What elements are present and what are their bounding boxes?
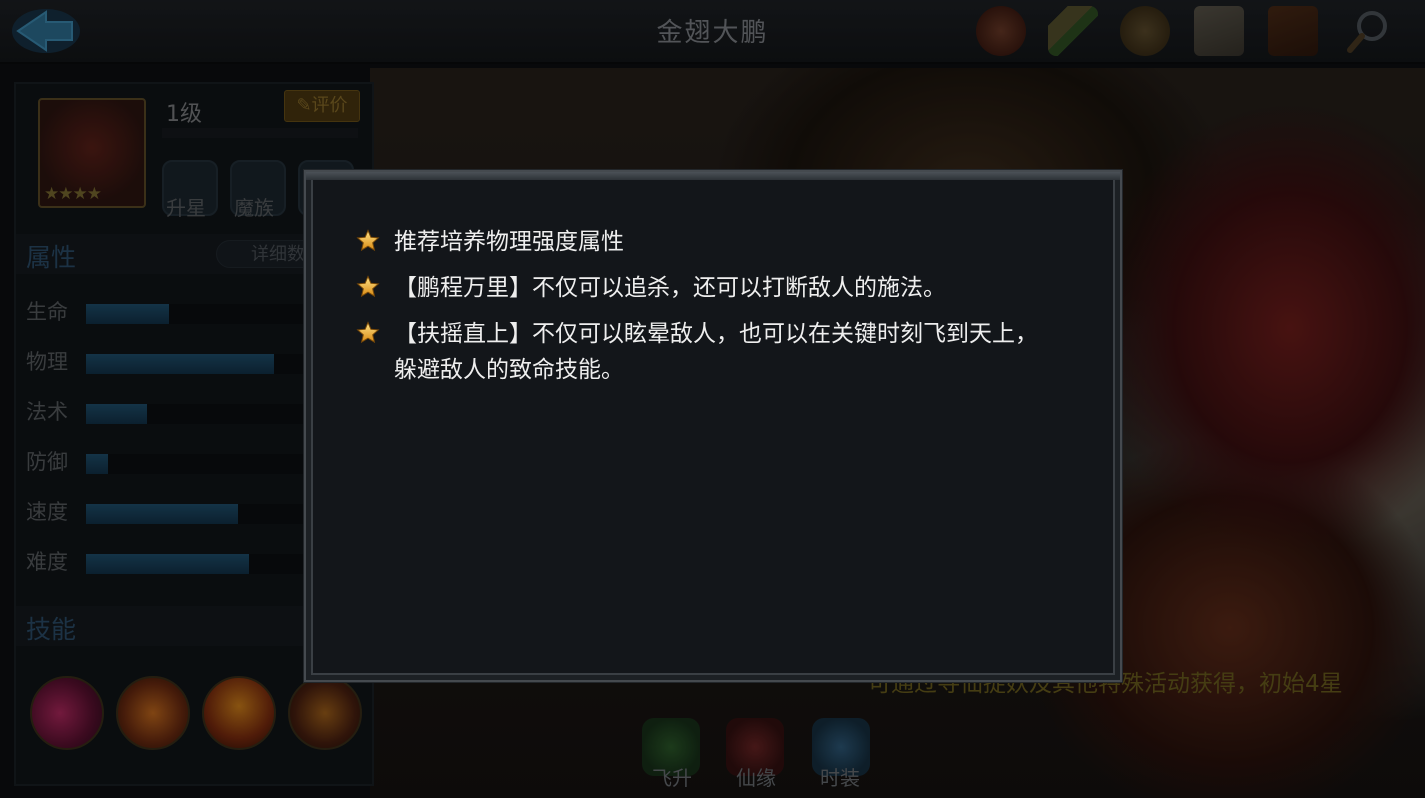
star-bullet-icon [356, 321, 380, 344]
star-bullet-icon [356, 275, 380, 298]
star-bullet-icon [356, 229, 380, 252]
tip-text: 【鹏程万里】不仅可以追杀，还可以打断敌人的施法。 [394, 275, 946, 301]
tips-dialog: 推荐培养物理强度属性【鹏程万里】不仅可以追杀，还可以打断敌人的施法。【扶摇直上】… [304, 170, 1122, 682]
tips-list: 推荐培养物理强度属性【鹏程万里】不仅可以追杀，还可以打断敌人的施法。【扶摇直上】… [356, 224, 1056, 398]
tip-item: 推荐培养物理强度属性 [356, 224, 1056, 260]
tip-item: 【扶摇直上】不仅可以眩晕敌人，也可以在关键时刻飞到天上，躲避敌人的致命技能。 [356, 316, 1056, 388]
tip-item: 【鹏程万里】不仅可以追杀，还可以打断敌人的施法。 [356, 270, 1056, 306]
tip-text: 推荐培养物理强度属性 [394, 229, 624, 255]
tip-text: 【扶摇直上】不仅可以眩晕敌人，也可以在关键时刻飞到天上，躲避敌人的致命技能。 [394, 321, 1038, 383]
